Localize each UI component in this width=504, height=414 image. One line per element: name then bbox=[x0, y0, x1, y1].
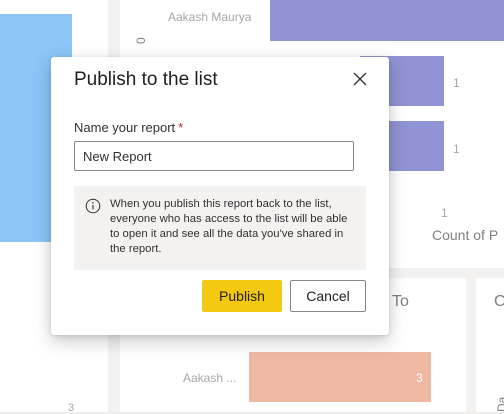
close-icon bbox=[353, 72, 367, 86]
close-button[interactable] bbox=[351, 70, 369, 88]
cancel-button[interactable]: Cancel bbox=[290, 280, 366, 312]
report-name-input[interactable] bbox=[74, 141, 354, 171]
publish-dialog: Publish to the list Name your report* Wh… bbox=[51, 57, 389, 335]
info-text: When you publish this report back to the… bbox=[110, 198, 348, 255]
required-indicator: * bbox=[178, 120, 184, 135]
field-label-text: Name your report bbox=[74, 120, 176, 135]
info-message: When you publish this report back to the… bbox=[74, 186, 366, 270]
dialog-title: Publish to the list bbox=[74, 69, 218, 90]
publish-button[interactable]: Publish bbox=[202, 280, 282, 312]
field-label: Name your report * bbox=[74, 120, 183, 135]
info-icon bbox=[85, 198, 101, 214]
